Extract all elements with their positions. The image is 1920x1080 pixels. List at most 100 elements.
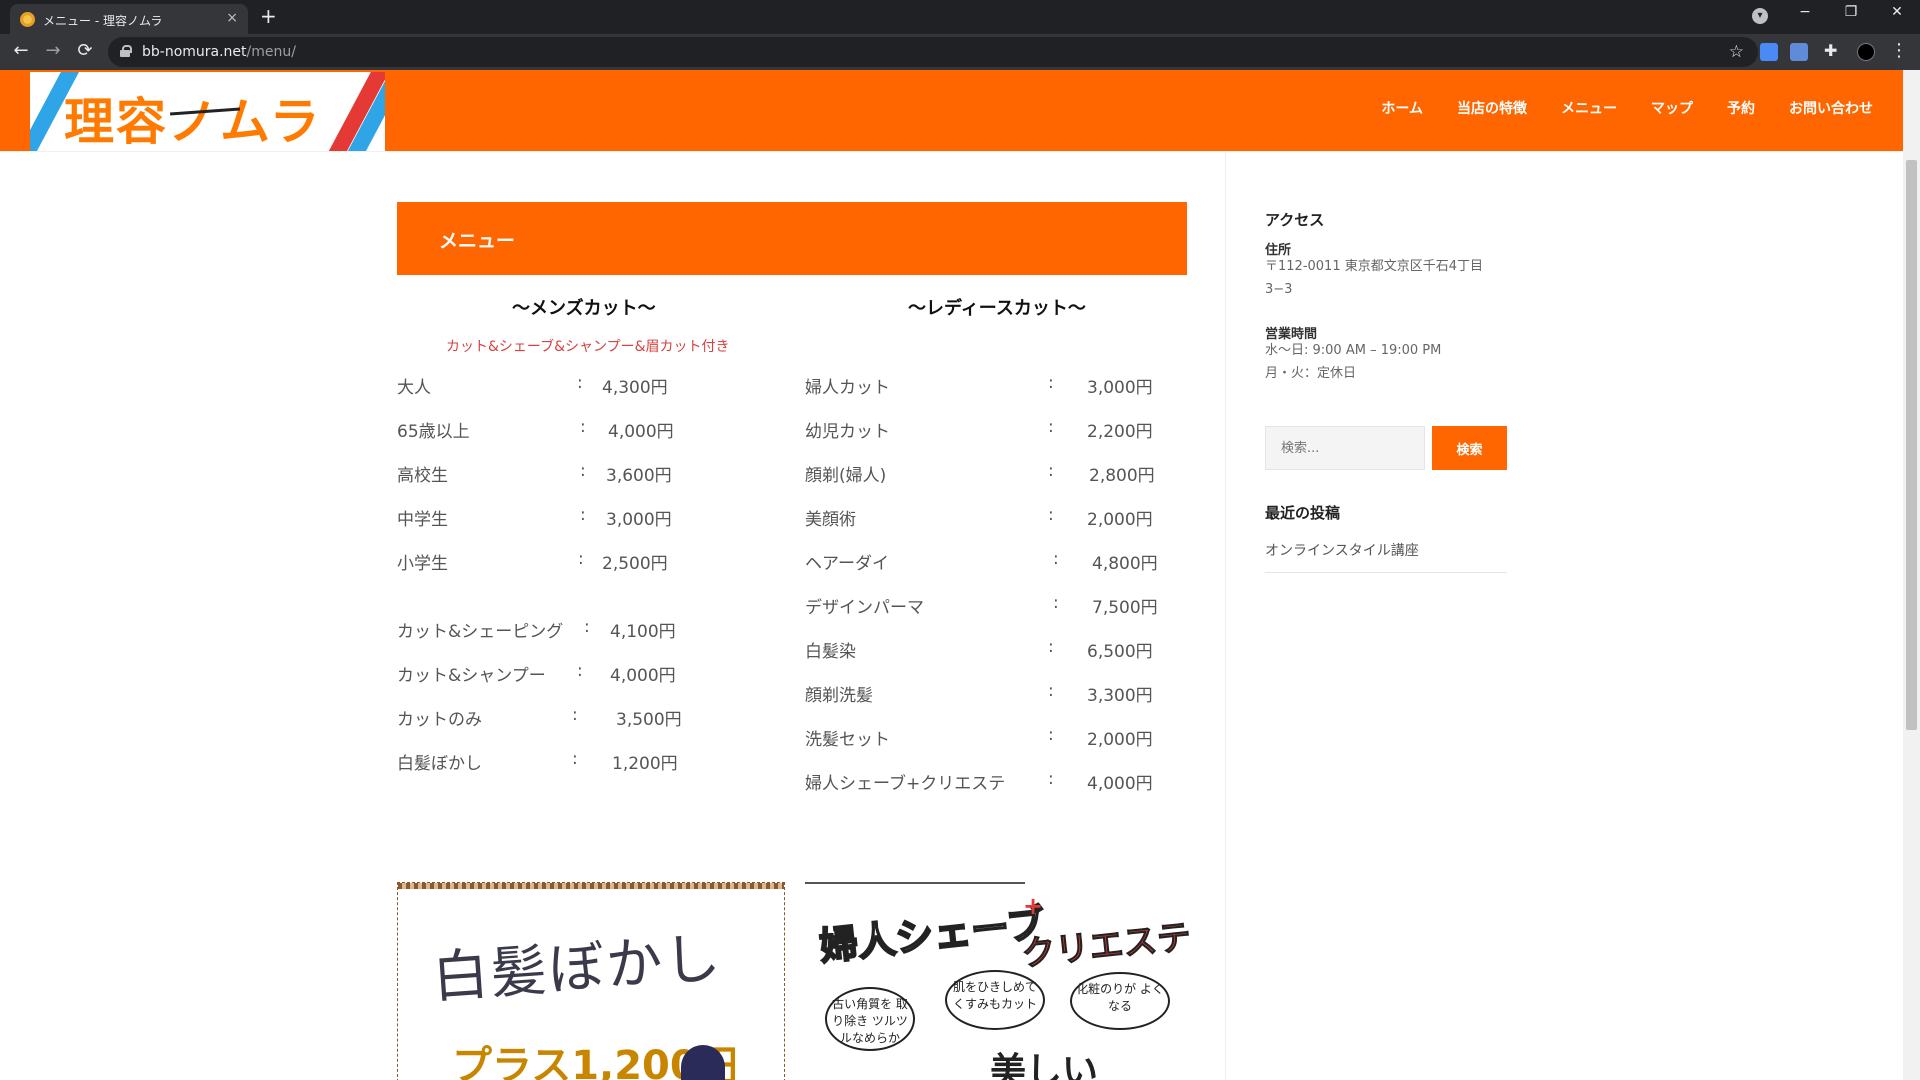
menu-row: 婦人カット: 3,000円	[805, 373, 1187, 398]
menu-item-price: 2,200円	[1087, 422, 1153, 442]
page-title-bar: メニュー	[397, 202, 1187, 275]
page-viewport: 理容ノムラ ホーム 当店の特徴 メニュー マップ 予約 お問い合わせ メニュー …	[0, 70, 1920, 1080]
menu-item-name: 幼児カット	[805, 422, 890, 442]
nav-reservation[interactable]: 予約	[1727, 98, 1755, 118]
menu-item-price: 4,000円	[610, 666, 676, 686]
search-button[interactable]: 検索	[1432, 426, 1507, 470]
menu-item-name: 大人	[397, 378, 431, 398]
ladies-heading: 〜レディースカット〜	[908, 298, 1086, 319]
menu-row: 顔剃洗髪: 3,300円	[805, 681, 1187, 706]
page-title: メニュー	[439, 230, 516, 252]
menu-item-price: 3,300円	[1087, 686, 1153, 706]
tab-strip: メニュー - 理容ノムラ × + ▾ − ❐ ✕	[0, 0, 1920, 34]
menu-item-name: 白髪ぼかし	[397, 754, 482, 774]
menu-item-price: 4,000円	[1087, 774, 1153, 794]
back-button[interactable]: ←	[11, 42, 31, 60]
menu-item-name: 洗髪セット	[805, 730, 890, 750]
nav-features[interactable]: 当店の特徴	[1457, 98, 1527, 118]
nav-menu[interactable]: メニュー	[1561, 98, 1617, 118]
nav-home[interactable]: ホーム	[1381, 98, 1423, 118]
menu-row: カット&シャンプー: 4,000円	[397, 661, 727, 686]
browser-menu-icon[interactable]: ⋮	[1890, 40, 1908, 61]
access-heading: アクセス	[1265, 211, 1325, 229]
hours-line: 月・火：定休日	[1265, 366, 1357, 381]
minimize-button[interactable]: −	[1790, 4, 1820, 20]
recent-posts-heading: 最近の投稿	[1265, 504, 1341, 522]
restore-button[interactable]: ❐	[1836, 4, 1866, 20]
address-line: 〒112-0011 東京都文京区千石4丁目	[1265, 259, 1483, 274]
main-navigation: ホーム 当店の特徴 メニュー マップ 予約 お問い合わせ	[1381, 98, 1873, 118]
menu-separator: :	[1048, 769, 1054, 789]
menu-item-price: 1,200円	[612, 754, 678, 774]
menu-row: 65歳以上: 4,000円	[397, 417, 727, 442]
menu-row: 小学生:2,500円	[397, 549, 727, 574]
speech-bubble: 古い角質を 取り除き ツルツルなめらか	[825, 987, 915, 1051]
menu-separator: :	[1053, 549, 1059, 569]
address-bar[interactable]: bb-nomura.net/menu/ ☆	[108, 37, 1758, 67]
menu-item-price: 7,500円	[1092, 598, 1158, 618]
extension-video-icon[interactable]	[1760, 43, 1778, 61]
forward-button[interactable]: →	[43, 42, 63, 60]
extensions-puzzle-icon[interactable]: ✚	[1824, 41, 1842, 60]
page-scrollbar[interactable]	[1903, 70, 1920, 1080]
menu-item-name: 美顔術	[805, 510, 856, 530]
menu-separator: :	[1048, 637, 1054, 657]
menu-item-name: 小学生	[397, 554, 448, 574]
menu-row: カットのみ: 3,500円	[397, 705, 727, 730]
extension-icon[interactable]	[1790, 43, 1808, 61]
scrollbar-thumb[interactable]	[1906, 160, 1917, 730]
browser-tab[interactable]: メニュー - 理容ノムラ ×	[10, 4, 248, 34]
menu-item-name: 婦人カット	[805, 378, 890, 398]
menu-item-price: 4,000円	[608, 422, 674, 442]
menu-row: ヘアーダイ: 4,800円	[805, 549, 1187, 574]
lock-icon	[120, 45, 132, 57]
header-divider	[0, 151, 1903, 152]
menu-item-name: 顔剃洗髪	[805, 686, 873, 706]
nav-contact[interactable]: お問い合わせ	[1789, 98, 1873, 118]
menu-item-price: 2,000円	[1087, 510, 1153, 530]
site-logo[interactable]: 理容ノムラ	[30, 72, 385, 151]
promo-tagline: 美しい	[990, 1051, 1099, 1080]
ladies-shave-promo-image: 婦人シェーブ + クリエステ 古い角質を 取り除き ツルツルなめらか 肌をひきし…	[805, 882, 1190, 1080]
menu-separator: :	[1048, 373, 1054, 393]
menu-item-price: 2,500円	[602, 554, 668, 574]
menu-item-name: ヘアーダイ	[805, 554, 889, 574]
menu-separator: :	[1048, 461, 1054, 481]
hours-line: 水〜日: 9:00 AM – 19:00 PM	[1265, 343, 1442, 358]
tab-search-icon[interactable]: ▾	[1752, 8, 1768, 24]
menu-row: 大人:4,300円	[397, 373, 727, 398]
menu-row: 美顔術: 2,000円	[805, 505, 1187, 530]
menu-separator: :	[580, 505, 586, 525]
menu-separator: :	[578, 549, 584, 569]
menu-separator: :	[580, 417, 586, 437]
content-divider	[1225, 152, 1226, 1080]
mens-note: カット&シェーブ&シャンプー&眉カット付き	[446, 339, 730, 355]
close-window-button[interactable]: ✕	[1882, 4, 1912, 20]
menu-item-price: 3,600円	[606, 466, 672, 486]
menu-row: 顔剃(婦人): 2,800円	[805, 461, 1187, 486]
profile-avatar[interactable]	[1857, 43, 1875, 61]
nav-map[interactable]: マップ	[1651, 98, 1693, 118]
menu-item-name: カットのみ	[397, 710, 482, 730]
menu-item-price: 2,000円	[1087, 730, 1153, 750]
menu-item-price: 2,800円	[1089, 466, 1155, 486]
menu-separator: :	[577, 661, 583, 681]
recent-post-link[interactable]: オンラインスタイル講座	[1265, 540, 1419, 560]
bookmark-star-icon[interactable]: ☆	[1729, 42, 1744, 62]
menu-item-name: カット&シェーピング	[397, 622, 564, 642]
menu-separator: :	[1048, 417, 1054, 437]
menu-row: カット&シェーピング:4,100円	[397, 617, 727, 642]
new-tab-button[interactable]: +	[260, 6, 277, 26]
reload-button[interactable]: ⟳	[75, 42, 95, 60]
menu-item-price: 6,500円	[1087, 642, 1153, 662]
menu-item-name: 婦人シェーブ+クリエステ	[805, 774, 1006, 794]
menu-separator: :	[1053, 593, 1059, 613]
menu-row: 中学生:3,000円	[397, 505, 727, 530]
menu-item-price: 3,500円	[616, 710, 682, 730]
menu-row: 高校生:3,600円	[397, 461, 727, 486]
menu-row: 白髪染: 6,500円	[805, 637, 1187, 662]
menu-item-price: 3,000円	[1087, 378, 1153, 398]
search-input[interactable]	[1265, 426, 1425, 470]
speech-bubble: 化粧のりが よくなる	[1070, 972, 1170, 1030]
tab-close-icon[interactable]: ×	[226, 10, 238, 26]
